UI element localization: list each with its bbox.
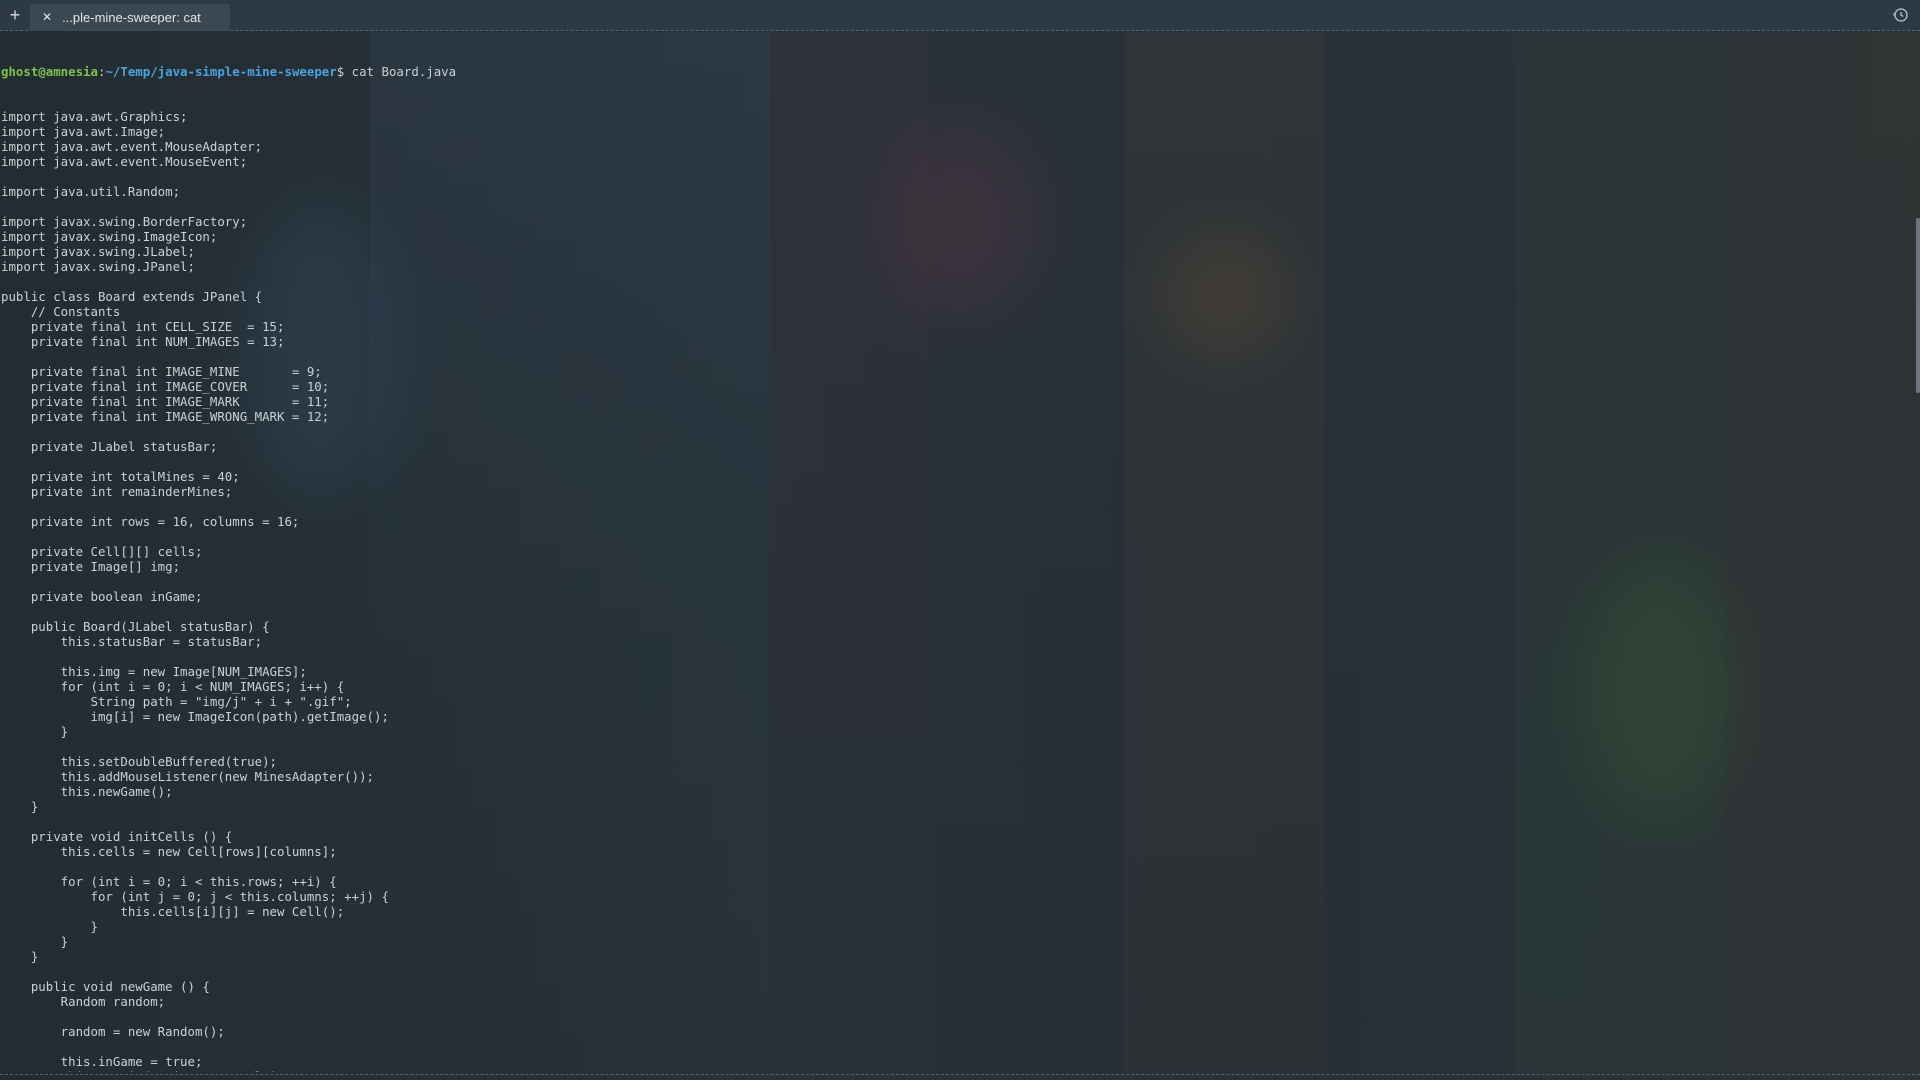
code-line: private int totalMines = 40;	[1, 469, 240, 484]
code-line: this.addMouseListener(new MinesAdapter()…	[1, 769, 374, 784]
code-line: }	[1, 949, 39, 964]
prompt-path: ~/Temp/java-simple-mine-sweeper	[105, 64, 337, 79]
code-line: import java.awt.Image;	[1, 124, 166, 139]
code-line: import javax.swing.BorderFactory;	[1, 214, 248, 229]
code-line: }	[1, 724, 69, 739]
code-line: private void initCells () {	[1, 829, 233, 844]
code-line: import java.awt.event.MouseEvent;	[1, 154, 248, 169]
code-line: img[i] = new ImageIcon(path).getImage();	[1, 709, 389, 724]
history-icon[interactable]	[1892, 6, 1910, 24]
code-line: private Cell[][] cells;	[1, 544, 203, 559]
plus-icon: +	[9, 4, 21, 25]
code-line: private final int IMAGE_COVER = 10;	[1, 379, 330, 394]
code-line: for (int i = 0; i < NUM_IMAGES; i++) {	[1, 679, 345, 694]
code-line: import javax.swing.ImageIcon;	[1, 229, 218, 244]
code-line: import javax.swing.JLabel;	[1, 244, 195, 259]
code-line: import java.awt.event.MouseAdapter;	[1, 139, 263, 154]
code-output: import java.awt.Graphics; import java.awt…	[1, 109, 1908, 1072]
terminal-window: + ✕ ...ple-mine-sweeper: cat ghost@amnes…	[0, 0, 1920, 1080]
code-line: public void newGame () {	[1, 979, 210, 994]
code-line: private int remainderMines;	[1, 484, 233, 499]
code-line: for (int i = 0; i < this.rows; ++i) {	[1, 874, 337, 889]
new-tab-button[interactable]: +	[0, 0, 30, 31]
code-line: Random random;	[1, 994, 166, 1009]
code-line: private final int IMAGE_WRONG_MARK = 12;	[1, 409, 330, 424]
code-line: this.remainderMines = totalMines;	[1, 1069, 1908, 1072]
bottom-border	[0, 1074, 1920, 1080]
code-line: random = new Random();	[1, 1024, 225, 1039]
prompt-command: cat Board.java	[351, 64, 457, 79]
terminal-output[interactable]: ghost@amnesia:~/Temp/java-simple-mine-sw…	[1, 34, 1908, 1072]
code-line: import java.awt.Graphics;	[1, 109, 188, 124]
code-line: }	[1, 919, 98, 934]
code-line: this.statusBar = statusBar;	[1, 634, 263, 649]
code-line: public class Board extends JPanel {	[1, 289, 263, 304]
code-line: this.inGame = true;	[1, 1054, 203, 1069]
code-line: private boolean inGame;	[1, 589, 203, 604]
code-line: private Image[] img;	[1, 559, 181, 574]
code-line: this.cells[i][j] = new Cell();	[1, 904, 345, 919]
code-line: this.setDoubleBuffered(true);	[1, 754, 278, 769]
code-line: private final int IMAGE_MARK = 11;	[1, 394, 330, 409]
code-line: private final int IMAGE_MINE = 9;	[1, 364, 322, 379]
code-line: }	[1, 799, 39, 814]
code-line: // Constants	[1, 304, 121, 319]
code-line: this.cells = new Cell[rows][columns];	[1, 844, 337, 859]
code-line: this.img = new Image[NUM_IMAGES];	[1, 664, 307, 679]
tab-bar: + ✕ ...ple-mine-sweeper: cat	[0, 0, 1920, 31]
code-line: private int rows = 16, columns = 16;	[1, 514, 300, 529]
code-line: public Board(JLabel statusBar) {	[1, 619, 270, 634]
terminal-tab[interactable]: ✕ ...ple-mine-sweeper: cat	[30, 3, 230, 31]
code-line: private JLabel statusBar;	[1, 439, 218, 454]
code-line: private final int CELL_SIZE = 15;	[1, 319, 285, 334]
close-icon[interactable]: ✕	[42, 10, 52, 24]
prompt-user-host: ghost@amnesia	[1, 64, 98, 79]
code-line: private final int NUM_IMAGES = 13;	[1, 334, 285, 349]
prompt-dollar: $	[336, 64, 352, 79]
scrollbar[interactable]	[1916, 218, 1920, 393]
code-line: }	[1, 934, 69, 949]
prompt-line: ghost@amnesia:~/Temp/java-simple-mine-sw…	[1, 64, 1908, 79]
code-line: import java.util.Random;	[1, 184, 181, 199]
code-line: for (int j = 0; j < this.columns; ++j) {	[1, 889, 389, 904]
tab-title: ...ple-mine-sweeper: cat	[62, 9, 201, 25]
code-line: import javax.swing.JPanel;	[1, 259, 195, 274]
code-line: String path = "img/j" + i + ".gif";	[1, 694, 352, 709]
code-line: this.newGame();	[1, 784, 173, 799]
